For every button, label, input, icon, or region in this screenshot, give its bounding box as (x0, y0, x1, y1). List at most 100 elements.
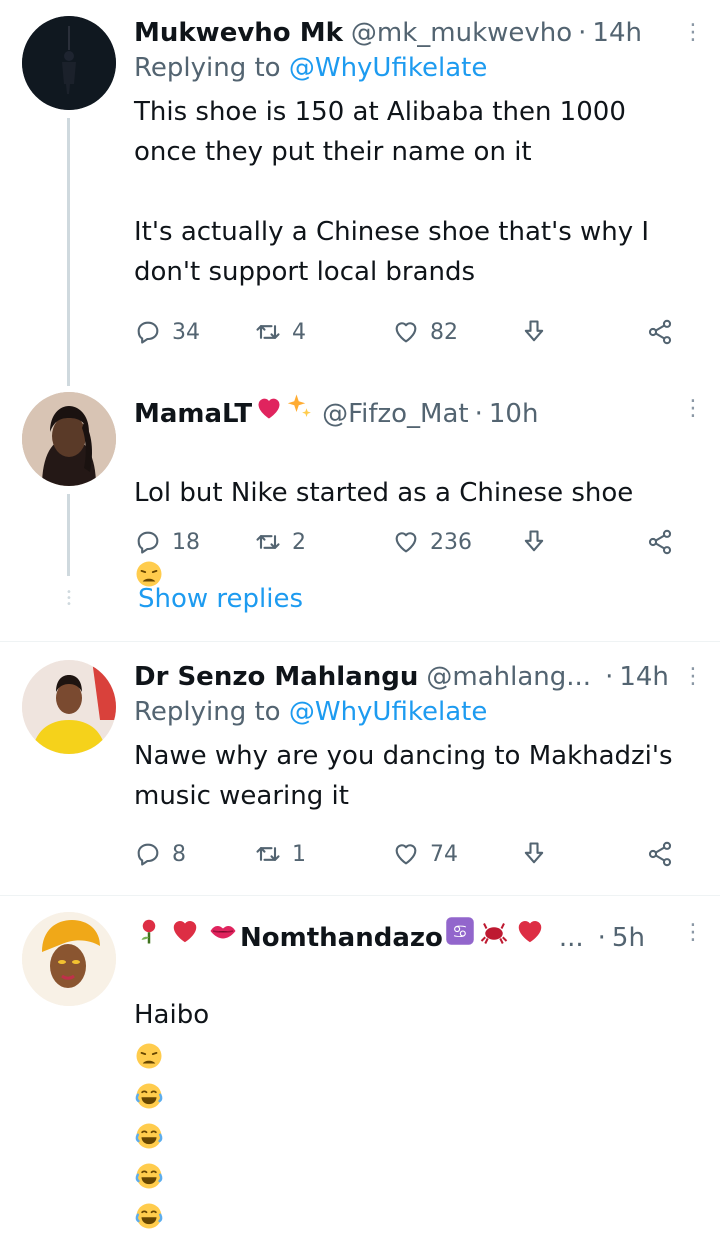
share-icon (646, 840, 674, 868)
tweet-actions: 8 1 74 (134, 840, 696, 880)
svg-text:♋: ♋ (452, 922, 468, 942)
tweet[interactable]: MamaLT @Fifzo_Mat · 10h ⋮ Lol but Nike s… (0, 380, 720, 640)
reply-count: 34 (172, 319, 200, 345)
tears-of-joy-emoji (134, 1081, 164, 1111)
tweet-text: Haibo (134, 955, 696, 1235)
download-icon (520, 528, 548, 556)
cancer-zodiac-icon: ♋ (446, 917, 474, 945)
retweet-button[interactable]: 4 (254, 318, 306, 346)
replying-to-handle[interactable]: @WhyUfikelate (289, 697, 487, 727)
reply-icon (134, 528, 162, 556)
avatar[interactable] (22, 392, 116, 486)
replying-prefix: Replying to (134, 697, 289, 727)
bookmark-button[interactable] (520, 840, 558, 868)
retweet-count: 4 (292, 319, 306, 345)
share-button[interactable] (646, 528, 684, 556)
share-icon (646, 318, 674, 346)
user-handle[interactable]: @mahlang... (426, 660, 591, 694)
replying-prefix: Replying to (134, 53, 289, 83)
reply-icon (134, 318, 162, 346)
retweet-count: 1 (292, 841, 306, 867)
reply-icon (134, 840, 162, 868)
red-heart-icon (258, 398, 280, 419)
show-replies-link[interactable]: Show replies (138, 584, 303, 614)
timestamp[interactable]: 5h (612, 921, 645, 955)
replying-to-handle[interactable]: @WhyUfikelate (289, 53, 487, 83)
more-options-icon[interactable]: ⋮ (682, 666, 704, 688)
display-name[interactable]: MamaLT (134, 397, 252, 431)
weary-face-emoji (134, 1041, 164, 1071)
kiss-mark-icon (210, 925, 236, 939)
tears-of-joy-emoji (134, 1201, 164, 1231)
avatar-image (22, 16, 116, 110)
more-options-icon[interactable]: ⋮ (682, 22, 704, 44)
user-handle[interactable]: @mk_mukwevho (351, 16, 572, 50)
tweet[interactable]: Mukwevho Mk @mk_mukwevho · 14h ⋮ Replyin… (0, 0, 720, 380)
heart-icon (392, 528, 420, 556)
like-button[interactable]: 74 (392, 840, 458, 868)
share-button[interactable] (646, 318, 684, 346)
like-button[interactable]: 82 (392, 318, 458, 346)
red-heart-icon (518, 921, 542, 943)
tears-of-joy-emoji (134, 1121, 164, 1151)
like-count: 74 (430, 841, 458, 867)
tweet[interactable]: Nomthandazo ♋ ... · 5h ⋮ Haibo (0, 896, 720, 1000)
tweet-actions: 34 4 82 (134, 318, 696, 358)
avatar-image (22, 660, 116, 754)
more-options-icon[interactable]: ⋮ (682, 922, 704, 944)
like-count: 236 (430, 529, 472, 555)
tears-of-joy-emoji (134, 1161, 164, 1191)
reply-button[interactable]: 34 (134, 318, 200, 346)
user-handle[interactable]: @Fifzo_Mat (322, 397, 469, 431)
crab-icon (480, 923, 508, 944)
avatar-image (22, 392, 116, 486)
avatar[interactable] (22, 660, 116, 754)
heart-icon (392, 840, 420, 868)
reply-button[interactable]: 18 (134, 528, 200, 556)
separator-dot: · (597, 923, 606, 953)
like-button[interactable]: 236 (392, 528, 472, 556)
replying-to: Replying to @WhyUfikelate (134, 694, 696, 730)
reply-button[interactable]: 8 (134, 840, 186, 868)
retweet-button[interactable]: 1 (254, 840, 306, 868)
more-options-icon[interactable]: ⋮ (682, 398, 704, 420)
red-heart-icon (173, 921, 197, 943)
user-handle[interactable]: ... (559, 921, 584, 955)
like-count: 82 (430, 319, 458, 345)
download-icon (520, 840, 548, 868)
tweet-text-content: Haibo (134, 1000, 210, 1030)
share-button[interactable] (646, 840, 684, 868)
replying-to: Replying to @WhyUfikelate (134, 50, 696, 86)
display-name[interactable]: Dr Senzo Mahlangu (134, 660, 418, 694)
share-icon (646, 528, 674, 556)
bookmark-button[interactable] (520, 318, 558, 346)
rose-icon (141, 919, 156, 944)
retweet-count: 2 (292, 529, 306, 555)
retweet-button[interactable]: 2 (254, 528, 306, 556)
tweet-text: Lol but Nike started as a Chinese shoe (134, 433, 696, 593)
avatar[interactable] (22, 16, 116, 110)
heart-icon (392, 318, 420, 346)
tweet-text: This shoe is 150 at Alibaba then 1000 on… (134, 97, 650, 287)
timestamp[interactable]: 14h (619, 660, 669, 694)
tweet-text-content: Lol but Nike started as a Chinese shoe (134, 478, 634, 508)
retweet-icon (254, 840, 282, 868)
reply-count: 18 (172, 529, 200, 555)
separator-dot: · (474, 399, 483, 429)
avatar-image (22, 912, 116, 1006)
display-name[interactable]: Nomthandazo (240, 921, 443, 955)
avatar[interactable] (22, 912, 116, 1006)
sparkles-icon (287, 394, 311, 417)
bookmark-button[interactable] (520, 528, 558, 556)
separator-dot: · (578, 18, 587, 48)
tweet[interactable]: Dr Senzo Mahlangu @mahlang... · 14h ⋮ Re… (0, 642, 720, 894)
tweet-actions: 18 2 236 (134, 528, 696, 568)
display-name[interactable]: Mukwevho Mk (134, 16, 343, 50)
timestamp[interactable]: 14h (592, 16, 642, 50)
reply-count: 8 (172, 841, 186, 867)
download-icon (520, 318, 548, 346)
separator-dot: · (605, 662, 614, 692)
retweet-icon (254, 318, 282, 346)
timestamp[interactable]: 10h (489, 397, 539, 431)
tweet-text: Nawe why are you dancing to Makhadzi's m… (134, 741, 673, 811)
